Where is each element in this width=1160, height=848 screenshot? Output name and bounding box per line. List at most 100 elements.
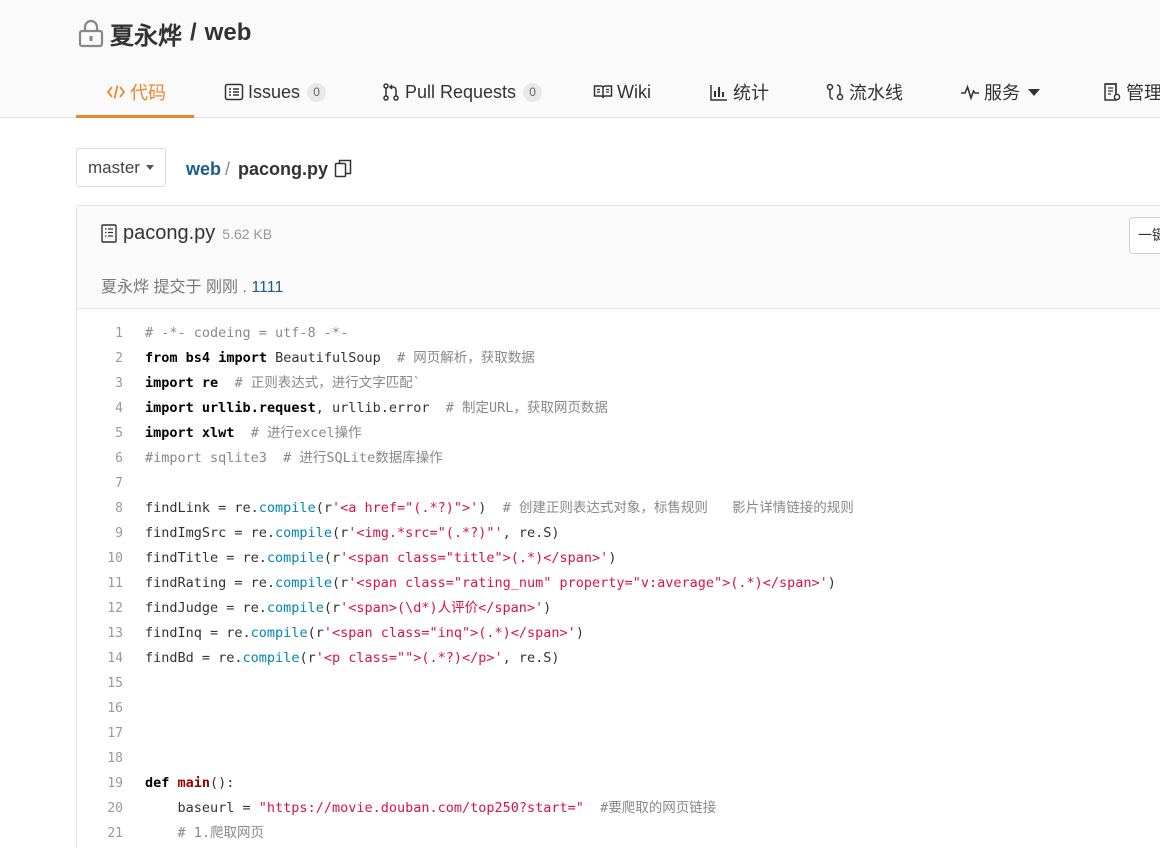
line-number[interactable]: 9 (77, 521, 123, 546)
tab-stats[interactable]: 统计 (709, 66, 769, 118)
line-number[interactable]: 18 (77, 746, 123, 771)
code-token: # -*- codeing = utf-8 -*- (145, 325, 349, 341)
line-source: findInq = re.compile(r'<span class="inq"… (123, 621, 584, 646)
code-token: from (145, 350, 178, 366)
code-token: # 1.爬取网页 (177, 825, 265, 841)
line-number[interactable]: 8 (77, 496, 123, 521)
line-number[interactable]: 1 (77, 321, 123, 346)
line-number[interactable]: 21 (77, 821, 123, 846)
line-number[interactable]: 3 (77, 371, 123, 396)
code-token: (r (331, 525, 349, 541)
line-number[interactable]: 7 (77, 471, 123, 496)
tab-manage[interactable]: 管理 (1102, 66, 1160, 118)
issues-count-badge: 0 (307, 82, 327, 102)
code-token: (r (299, 650, 316, 666)
code-line: 12 findJudge = re.compile(r'<span>(\d*)人评… (77, 596, 1160, 621)
file-name: pacong.py (123, 222, 216, 244)
line-number[interactable]: 4 (77, 396, 123, 421)
tab-stats-label: 统计 (733, 83, 769, 103)
tab-issues[interactable]: Issues 0 (224, 66, 327, 118)
code-token: import (145, 375, 194, 391)
code-token: xlwt (201, 425, 235, 441)
line-source: findJudge = re.compile(r'<span>(\d*)人评价<… (123, 596, 551, 621)
one-click-copy-button[interactable]: 一键复制 (1129, 217, 1160, 254)
service-icon (961, 84, 979, 101)
tab-pull-requests[interactable]: Pull Requests 0 (381, 66, 543, 118)
line-number[interactable]: 16 (77, 696, 123, 721)
code-token: , urllib.error (315, 400, 446, 416)
code-token: ) (478, 500, 503, 516)
line-source (123, 471, 145, 496)
code-token: # 正则表达式，进行文字匹配` (234, 375, 421, 391)
code-line: 14 findBd = re.compile(r'<p class="">(.*?… (77, 646, 1160, 671)
code-token: findBd = re. (145, 650, 243, 666)
line-number[interactable]: 13 (77, 621, 123, 646)
repo-name-link[interactable]: web (205, 19, 252, 47)
tab-service[interactable]: 服务 (960, 66, 1040, 118)
line-source: findLink = re.compile(r'<a href="(.*?)">… (123, 496, 854, 521)
code-token: # 网页解析，获取数据 (397, 350, 535, 366)
line-number[interactable]: 6 (77, 446, 123, 471)
line-number[interactable]: 10 (77, 546, 123, 571)
copy-icon[interactable] (334, 159, 352, 179)
tab-service-label: 服务 (984, 83, 1020, 103)
code-line: 5 import xlwt # 进行excel操作 (77, 421, 1160, 446)
breadcrumb-root-link[interactable]: web (186, 159, 221, 180)
pull-request-icon (383, 83, 399, 101)
code-token: '<img.*src="(.*?)"' (348, 525, 503, 541)
code-icon (106, 85, 126, 99)
code-token: compile (258, 500, 316, 516)
line-source: baseurl = "https://movie.douban.com/top2… (123, 796, 717, 821)
code-token: def (145, 775, 170, 791)
line-number[interactable]: 17 (77, 721, 123, 746)
commit-message-link[interactable]: 1111 (251, 279, 283, 296)
code-line: 18 (77, 746, 1160, 771)
code-token: re (201, 375, 219, 391)
code-token: #要爬取的网页链接 (600, 800, 717, 816)
line-number[interactable]: 14 (77, 646, 123, 671)
branch-selector[interactable]: master (76, 148, 166, 187)
line-number[interactable]: 15 (77, 671, 123, 696)
line-number[interactable]: 2 (77, 346, 123, 371)
line-source: def main(): (123, 771, 234, 796)
code-token: "https://movie.douban.com/top250?start=" (258, 800, 584, 816)
line-number[interactable]: 5 (77, 421, 123, 446)
code-token: compile (275, 575, 332, 591)
code-token: urllib.request (201, 400, 316, 416)
code-line: 21 # 1.爬取网页 (77, 821, 1160, 846)
code-token: '<span class="title">(.*)</span>' (340, 550, 609, 566)
line-number[interactable]: 12 (77, 596, 123, 621)
line-number[interactable]: 19 (77, 771, 123, 796)
line-number[interactable]: 11 (77, 571, 123, 596)
commit-author[interactable]: 夏永烨 (101, 279, 149, 296)
tab-pipeline[interactable]: 流水线 (825, 66, 903, 118)
line-source (123, 671, 145, 696)
code-token: '<span class="rating_num" property="v:av… (348, 575, 828, 591)
code-token: bs4 (185, 350, 211, 366)
code-token: main (177, 775, 211, 791)
pull-requests-count-badge: 0 (523, 82, 543, 102)
line-source: import xlwt # 进行excel操作 (123, 421, 362, 446)
code-token: findTitle = re. (145, 550, 267, 566)
line-source: # 1.爬取网页 (123, 821, 265, 846)
tab-code[interactable]: 代码 (76, 66, 194, 118)
commit-time: 刚刚 (205, 279, 238, 296)
line-number[interactable]: 20 (77, 796, 123, 821)
tab-wiki[interactable]: Wiki (593, 66, 651, 118)
code-token: findRating = re. (145, 575, 276, 591)
stats-icon (710, 85, 727, 101)
line-source: findRating = re.compile(r'<span class="r… (123, 571, 836, 596)
code-token: BeautifulSoup (266, 350, 398, 366)
code-token: ) (608, 550, 617, 566)
repo-owner-link[interactable]: 夏永烨 (110, 16, 182, 51)
code-token: compile (275, 525, 332, 541)
code-token: (): (210, 775, 235, 791)
code-line: 7 (77, 471, 1160, 496)
code-line: 10 findTitle = re.compile(r'<span class="… (77, 546, 1160, 571)
